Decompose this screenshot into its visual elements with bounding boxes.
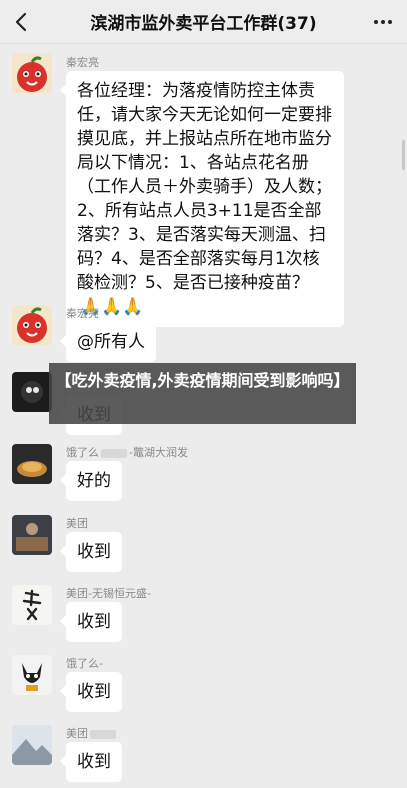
dark-logo-avatar-icon: [12, 372, 52, 412]
photo-avatar-icon: [12, 515, 52, 555]
message-bubble[interactable]: @所有人: [60, 322, 156, 362]
avatar[interactable]: [12, 54, 52, 94]
sender-name: 美团-无锡恒元盛-: [66, 587, 151, 600]
sender-name: 秦宏亮: [66, 56, 99, 69]
sender-name: 美团: [66, 725, 118, 741]
avatar[interactable]: [12, 585, 52, 625]
message-bubble[interactable]: 收到: [60, 672, 122, 712]
message-bubble[interactable]: 收到: [60, 532, 122, 572]
overlay-caption: 【吃外卖疫情,外卖疫情期间受到影响吗】: [49, 363, 356, 424]
avatar[interactable]: [12, 305, 52, 345]
message-text: 收到: [77, 752, 111, 772]
message-text: 各位经理：为落疫情防控主体责任，请大家今天无论如何一定要排摸见底，并上报站点所在…: [77, 81, 332, 293]
scroll-indicator[interactable]: [402, 140, 405, 170]
message-text: 收到: [77, 612, 111, 632]
sender-name: 饿了么-: [66, 657, 103, 670]
avatar[interactable]: [12, 515, 52, 555]
avatar[interactable]: [12, 725, 52, 765]
message-bubble[interactable]: 收到: [60, 742, 122, 782]
blurred-name: [101, 448, 127, 458]
landscape-avatar-icon: [12, 725, 52, 765]
message-text: @所有人: [77, 332, 145, 352]
chat-header: 滨湖市监外卖平台工作群(37): [0, 0, 407, 44]
message-bubble[interactable]: 各位经理：为落疫情防控主体责任，请大家今天无论如何一定要排摸见底，并上报站点所在…: [60, 71, 344, 327]
chat-title: 滨湖市监外卖平台工作群(37): [90, 14, 317, 34]
apple-avatar-icon: [12, 305, 52, 345]
blurred-name: [90, 729, 116, 739]
food-photo-avatar-icon: [12, 444, 52, 484]
avatar[interactable]: [12, 655, 52, 695]
more-options-icon[interactable]: [371, 10, 395, 34]
cartoon-dog-avatar-icon: [12, 655, 52, 695]
message-text: 好的: [77, 471, 111, 491]
calligraphy-avatar-icon: [12, 585, 52, 625]
message-text: 收到: [77, 682, 111, 702]
back-arrow-icon[interactable]: [8, 8, 36, 36]
avatar[interactable]: [12, 444, 52, 484]
sender-name: 饿了么 -鼈湖大润发: [66, 446, 188, 459]
sender-name: 美团: [66, 517, 88, 530]
apple-avatar-icon: [12, 54, 52, 94]
message-text: 收到: [77, 542, 111, 562]
message-bubble[interactable]: 好的: [60, 461, 122, 501]
avatar[interactable]: [12, 372, 52, 412]
message-bubble[interactable]: 收到: [60, 602, 122, 642]
sender-name: 秦宏亮: [66, 307, 99, 320]
